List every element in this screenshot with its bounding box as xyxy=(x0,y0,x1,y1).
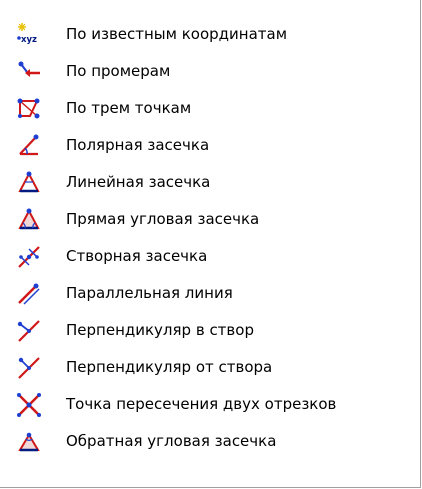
menu-item-linear-intersection[interactable]: Линейная засечка xyxy=(0,164,420,201)
menu-item-direct-angular-intersection[interactable]: Прямая угловая засечка xyxy=(0,201,420,238)
menu-item-label: Прямая угловая засечка xyxy=(66,210,260,228)
menu-item-label: Точка пересечения двух отрезков xyxy=(66,395,337,413)
menu-item-label: По известным координатам xyxy=(66,25,288,43)
menu-item-reverse-angular-intersection[interactable]: Обратная угловая засечка xyxy=(0,423,420,460)
menu-item-label: Перпендикуляр от створа xyxy=(66,358,273,376)
measurements-icon xyxy=(16,59,42,85)
polar-intersection-icon xyxy=(16,133,42,159)
menu-item-label: Перпендикуляр в створ xyxy=(66,321,254,339)
xyz-coordinates-icon: xyz xyxy=(16,22,42,48)
menu-item-measurements[interactable]: По промерам xyxy=(0,53,420,90)
segments-intersection-icon xyxy=(16,392,42,418)
svg-text:xyz: xyz xyxy=(21,35,37,45)
context-menu: xyz По известным координатам По промерам xyxy=(0,0,421,488)
perpendicular-from-alignment-icon xyxy=(16,355,42,381)
menu-item-perpendicular-from-alignment[interactable]: Перпендикуляр от створа xyxy=(0,349,420,386)
menu-item-perpendicular-to-alignment[interactable]: Перпендикуляр в створ xyxy=(0,312,420,349)
menu-item-label: Обратная угловая засечка xyxy=(66,432,277,450)
menu-item-segments-intersection[interactable]: Точка пересечения двух отрезков xyxy=(0,386,420,423)
menu-item-label: Параллельная линия xyxy=(66,284,233,302)
menu-item-three-points[interactable]: По трем точкам xyxy=(0,90,420,127)
reverse-angular-intersection-icon xyxy=(16,429,42,455)
linear-intersection-icon xyxy=(16,170,42,196)
three-points-icon xyxy=(16,96,42,122)
alignment-intersection-icon xyxy=(16,244,42,270)
perpendicular-to-alignment-icon xyxy=(16,318,42,344)
menu-item-known-coordinates[interactable]: xyz По известным координатам xyxy=(0,16,420,53)
menu-item-label: Створная засечка xyxy=(66,247,208,265)
menu-item-label: Полярная засечка xyxy=(66,136,210,154)
parallel-line-icon xyxy=(16,281,42,307)
menu-item-polar-intersection[interactable]: Полярная засечка xyxy=(0,127,420,164)
menu-item-alignment-intersection[interactable]: Створная засечка xyxy=(0,238,420,275)
menu-item-parallel-line[interactable]: Параллельная линия xyxy=(0,275,420,312)
menu-item-label: По промерам xyxy=(66,62,171,80)
direct-angular-intersection-icon xyxy=(16,207,42,233)
menu-item-label: Линейная засечка xyxy=(66,173,211,191)
menu-item-label: По трем точкам xyxy=(66,99,192,117)
